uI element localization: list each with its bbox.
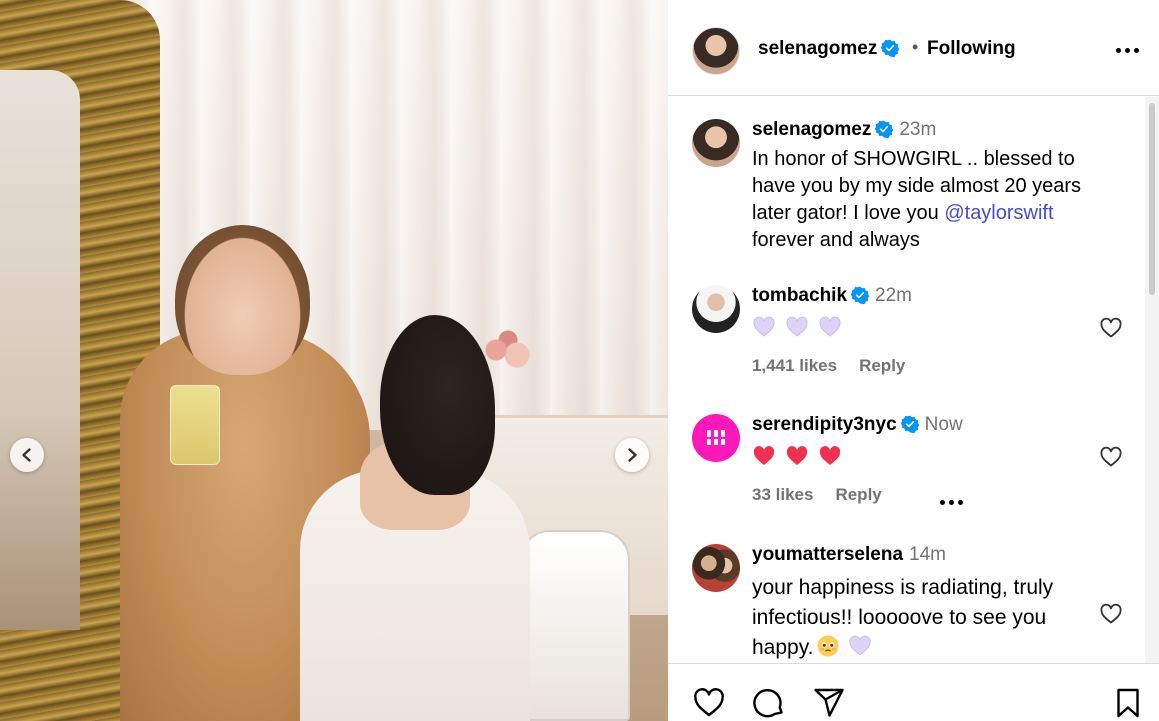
post-header: selenagomez • Following — [668, 0, 1159, 96]
more-horizontal-icon — [939, 499, 945, 505]
verified-badge-icon — [851, 286, 870, 304]
comment-avatar[interactable] — [692, 414, 740, 462]
verified-badge-icon — [875, 120, 894, 138]
comment-username-row: serendipity3nyc Now — [752, 414, 963, 436]
verified-badge-icon — [900, 415, 919, 433]
post-photo[interactable] — [0, 0, 668, 721]
verified-badge-icon — [881, 39, 900, 57]
purple-heart-icon — [848, 635, 871, 656]
comment-likes[interactable]: 33 likes — [752, 485, 813, 505]
comment-meta: 1,441 likes Reply — [752, 356, 905, 376]
comment-meta: 33 likes Reply — [752, 485, 963, 505]
comment-username[interactable]: serendipity3nyc — [752, 414, 897, 435]
photo-person-left-head — [175, 225, 310, 375]
carousel-prev-button[interactable] — [10, 438, 44, 472]
photo-chair — [520, 530, 630, 721]
like-comment-heart-icon[interactable] — [1099, 602, 1123, 626]
red-heart-icon — [819, 446, 841, 465]
comments-list[interactable]: selenagomez 23m In honor of SHOWGIRL .. … — [668, 97, 1143, 663]
carousel-next-button[interactable] — [615, 438, 649, 472]
author-avatar[interactable] — [692, 27, 740, 75]
photo-mirror-glass — [0, 70, 80, 630]
comment-username-row: tombachik 22m — [752, 285, 912, 307]
caption-username-row: selenagomez 23m — [752, 119, 936, 141]
purple-heart-icon — [753, 316, 775, 337]
chevron-left-icon — [22, 448, 31, 462]
author-username[interactable]: selenagomez — [758, 38, 877, 59]
heart-icon[interactable] — [692, 686, 726, 720]
pleading-face-icon — [817, 635, 838, 657]
red-heart-icon — [753, 446, 775, 465]
more-horizontal-icon — [1116, 48, 1121, 53]
reply-button[interactable]: Reply — [835, 485, 881, 505]
author-username-row[interactable]: selenagomez — [758, 38, 900, 60]
post-action-bar — [668, 663, 1159, 721]
like-comment-heart-icon[interactable] — [1099, 316, 1123, 340]
comment-icon[interactable] — [752, 686, 786, 720]
comment-emojis — [752, 444, 842, 468]
purple-heart-icon — [786, 316, 808, 337]
like-comment-heart-icon[interactable] — [1099, 445, 1123, 469]
more-options-button[interactable] — [1116, 48, 1139, 53]
comment-emojis — [752, 315, 842, 339]
following-button[interactable]: Following — [927, 38, 1016, 60]
comment-likes[interactable]: 1,441 likes — [752, 356, 837, 376]
serendipity-logo-icon — [706, 430, 726, 445]
purple-heart-icon — [819, 316, 841, 337]
chevron-right-icon — [628, 448, 637, 462]
red-heart-icon — [786, 446, 808, 465]
comment-text: your happiness is radiating, truly infec… — [752, 576, 1054, 659]
comment-username[interactable]: tombachik — [752, 285, 847, 306]
reply-button[interactable]: Reply — [859, 356, 905, 376]
caption-time: 23m — [899, 119, 937, 140]
comment-more-button[interactable] — [939, 492, 963, 512]
send-icon[interactable] — [812, 686, 846, 720]
header-separator: • — [912, 37, 919, 57]
mention-link[interactable]: @taylorswift — [944, 202, 1053, 224]
comment-username-row: youmatterselena 14m — [752, 544, 946, 566]
comment-time: Now — [924, 414, 963, 435]
comment-avatar[interactable] — [692, 285, 740, 333]
bookmark-icon[interactable] — [1111, 686, 1145, 720]
comments-scrollbar-thumb[interactable] — [1149, 103, 1155, 295]
caption-avatar[interactable] — [692, 119, 740, 167]
post-side-panel: selenagomez • Following selenagomez 23m … — [668, 0, 1159, 721]
photo-drink — [170, 385, 220, 465]
comment-time: 22m — [875, 285, 912, 306]
comment-time: 14m — [909, 544, 946, 565]
comment-avatar[interactable] — [692, 544, 740, 592]
caption-text: In honor of SHOWGIRL .. blessed to have … — [752, 148, 1082, 251]
caption-username[interactable]: selenagomez — [752, 119, 871, 140]
comment-username[interactable]: youmatterselena — [752, 544, 903, 565]
